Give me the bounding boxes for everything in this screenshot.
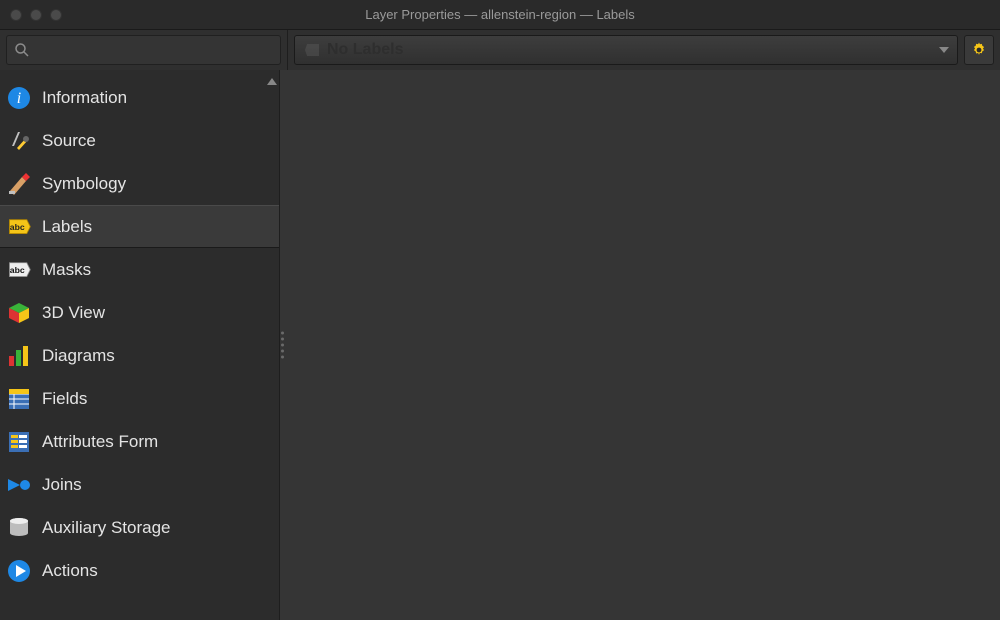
scroll-up-indicator[interactable] (267, 78, 277, 85)
masks-icon: abc (6, 257, 32, 283)
search-icon (13, 41, 31, 59)
sidebar-item-label: Attributes Form (42, 432, 158, 452)
search-input[interactable] (6, 35, 281, 65)
label-mode-dropdown[interactable]: No Labels (294, 35, 958, 65)
sidebar-item-label: Actions (42, 561, 98, 581)
svg-text:i: i (17, 90, 21, 107)
sidebar-item-attributes-form[interactable]: Attributes Form (0, 420, 279, 463)
sidebar-item-information[interactable]: i Information (0, 76, 279, 119)
dialog-body: i Information Source Symbology abc (0, 70, 1000, 620)
content-panel (280, 70, 1000, 620)
label-mode-selected: No Labels (327, 41, 403, 59)
close-window-button[interactable] (10, 9, 22, 21)
sidebar-item-label: Labels (42, 217, 92, 237)
sidebar-item-label: 3D View (42, 303, 105, 323)
sidebar-item-label: Source (42, 131, 96, 151)
sidebar-item-masks[interactable]: abc Masks (0, 248, 279, 291)
symbology-icon (6, 171, 32, 197)
diagrams-icon (6, 343, 32, 369)
sidebar: i Information Source Symbology abc (0, 70, 280, 620)
no-labels-icon (303, 44, 321, 56)
sidebar-item-fields[interactable]: Fields (0, 377, 279, 420)
titlebar: Layer Properties — allenstein-region — L… (0, 0, 1000, 30)
sidebar-item-source[interactable]: Source (0, 119, 279, 162)
sidebar-item-label: Fields (42, 389, 87, 409)
gear-icon (970, 41, 988, 59)
info-icon: i (6, 85, 32, 111)
window-controls (10, 9, 62, 21)
svg-text:abc: abc (10, 265, 25, 275)
splitter-handle[interactable] (279, 330, 286, 361)
label-mode-row: No Labels (288, 30, 1000, 70)
zoom-window-button[interactable] (50, 9, 62, 21)
sidebar-item-labels[interactable]: abc Labels (0, 205, 279, 248)
fields-icon (6, 386, 32, 412)
attributes-form-icon (6, 429, 32, 455)
sidebar-item-actions[interactable]: Actions (0, 549, 279, 592)
3dview-icon (6, 300, 32, 326)
sidebar-item-label: Auxiliary Storage (42, 518, 171, 538)
actions-icon (6, 558, 32, 584)
sidebar-item-label: Joins (42, 475, 82, 495)
sidebar-nav: i Information Source Symbology abc (0, 70, 279, 592)
sidebar-search-container (0, 30, 288, 70)
window-title: Layer Properties — allenstein-region — L… (0, 7, 1000, 22)
labels-icon: abc (6, 214, 32, 240)
sidebar-item-auxiliary-storage[interactable]: Auxiliary Storage (0, 506, 279, 549)
sidebar-item-label: Information (42, 88, 127, 108)
toolbar-row: No Labels (0, 30, 1000, 70)
label-settings-button[interactable] (964, 35, 994, 65)
auxiliary-storage-icon (6, 515, 32, 541)
sidebar-item-joins[interactable]: Joins (0, 463, 279, 506)
sidebar-item-3dview[interactable]: 3D View (0, 291, 279, 334)
sidebar-item-label: Diagrams (42, 346, 115, 366)
sidebar-item-label: Symbology (42, 174, 126, 194)
minimize-window-button[interactable] (30, 9, 42, 21)
sidebar-item-diagrams[interactable]: Diagrams (0, 334, 279, 377)
chevron-down-icon (939, 47, 949, 53)
sidebar-item-symbology[interactable]: Symbology (0, 162, 279, 205)
svg-text:abc: abc (10, 222, 25, 232)
source-icon (6, 128, 32, 154)
joins-icon (6, 472, 32, 498)
sidebar-item-label: Masks (42, 260, 91, 280)
